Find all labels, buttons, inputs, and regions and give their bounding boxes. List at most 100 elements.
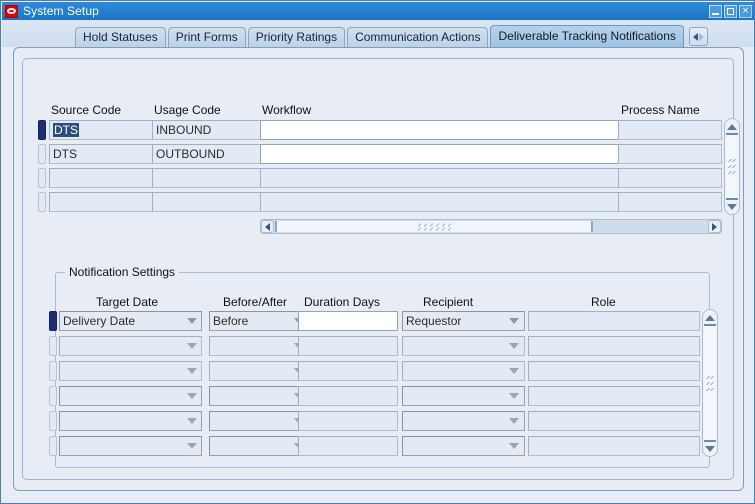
main-grid-horizontal-scrollbar[interactable]: [260, 219, 722, 234]
field-role[interactable]: [528, 361, 700, 381]
triangle-up-icon: [727, 123, 737, 130]
field-target-date[interactable]: [59, 361, 202, 381]
scroll-up-button[interactable]: [725, 120, 739, 133]
chevron-down-icon[interactable]: [509, 393, 519, 399]
field-process-name[interactable]: [618, 144, 722, 164]
field-source-code[interactable]: [49, 192, 158, 212]
triangle-right-icon: [712, 222, 717, 231]
chevron-down-icon[interactable]: [509, 318, 519, 324]
tab-list: Hold Statuses Print Forms Priority Ratin…: [75, 25, 708, 47]
notification-row-selector[interactable]: [49, 436, 57, 456]
table-row-selector[interactable]: [38, 192, 46, 212]
chevron-down-icon[interactable]: [187, 368, 197, 374]
notification-grid-vertical-scrollbar[interactable]: [702, 309, 718, 457]
chevron-down-icon[interactable]: [187, 418, 197, 424]
field-process-name[interactable]: [618, 192, 722, 212]
tab-deliverable-tracking-notifications[interactable]: Deliverable Tracking Notifications: [490, 25, 684, 47]
grip-icon: [417, 222, 451, 231]
field-target-date[interactable]: [59, 411, 202, 431]
main-grid-vertical-scrollbar[interactable]: [724, 118, 740, 215]
tab-scroll-button[interactable]: [688, 27, 708, 46]
field-role[interactable]: [528, 411, 700, 431]
notification-row-selector[interactable]: [49, 411, 57, 431]
field-source-code[interactable]: DTS: [49, 144, 158, 164]
field-role[interactable]: [528, 336, 700, 356]
table-row-selector[interactable]: [38, 168, 46, 188]
table-row-selector[interactable]: [38, 120, 46, 140]
chevron-down-icon[interactable]: [509, 368, 519, 374]
field-source-code[interactable]: [49, 168, 158, 188]
tab-hold-statuses[interactable]: Hold Statuses: [75, 27, 166, 47]
chevron-down-icon[interactable]: [509, 418, 519, 424]
notification-row-selector[interactable]: [49, 386, 57, 406]
scroll-right-button[interactable]: [708, 220, 721, 233]
field-duration-days[interactable]: [298, 411, 398, 431]
field-source-code[interactable]: DTS: [49, 120, 158, 140]
header-recipient: Recipient: [423, 295, 474, 309]
header-process-name: Process Name: [621, 103, 700, 117]
scroll-down-button[interactable]: [703, 442, 717, 455]
field-duration-days[interactable]: [298, 436, 398, 456]
chevron-down-icon[interactable]: [187, 443, 197, 449]
field-recipient[interactable]: [402, 386, 525, 406]
field-target-date[interactable]: [59, 386, 202, 406]
notification-row-selector[interactable]: [49, 311, 57, 331]
scroll-down-button[interactable]: [725, 200, 739, 213]
notification-row-selector[interactable]: [49, 336, 57, 356]
field-usage-code[interactable]: [152, 192, 262, 212]
chevron-down-icon[interactable]: [509, 443, 519, 449]
chevron-down-icon[interactable]: [187, 393, 197, 399]
field-role[interactable]: [528, 311, 700, 331]
field-source-code-value: DTS: [53, 123, 79, 137]
field-workflow[interactable]: [260, 168, 619, 188]
triangle-up-icon: [705, 314, 715, 321]
field-recipient[interactable]: [402, 336, 525, 356]
grip-icon: [728, 159, 736, 174]
field-recipient[interactable]: Requestor: [402, 311, 525, 331]
tab-communication-actions[interactable]: Communication Actions: [347, 27, 489, 47]
chevron-down-icon[interactable]: [187, 318, 197, 324]
scroll-left-button[interactable]: [261, 220, 274, 233]
grip-icon: [706, 375, 714, 391]
tab-content-panel: Source Code Usage Code Workflow Process …: [13, 47, 744, 491]
field-process-name[interactable]: [618, 120, 722, 140]
tab-print-forms[interactable]: Print Forms: [167, 27, 246, 47]
scroll-up-button[interactable]: [703, 311, 717, 324]
field-workflow[interactable]: [260, 192, 619, 212]
tab-priority-ratings[interactable]: Priority Ratings: [247, 27, 346, 47]
scrollbar-thumb[interactable]: [726, 133, 738, 200]
field-usage-code[interactable]: OUTBOUND: [152, 144, 262, 164]
triangle-down-icon: [727, 203, 737, 210]
scrollbar-thumb[interactable]: [275, 221, 593, 232]
field-duration-days[interactable]: [298, 311, 398, 331]
field-workflow[interactable]: [260, 144, 619, 164]
header-before-after: Before/After: [223, 295, 288, 309]
close-button[interactable]: ×: [739, 4, 752, 18]
window-title: System Setup: [23, 4, 99, 18]
field-role[interactable]: [528, 386, 700, 406]
chevron-down-icon[interactable]: [509, 343, 519, 349]
window-titlebar: System Setup ×: [2, 2, 754, 20]
field-role[interactable]: [528, 436, 700, 456]
field-recipient[interactable]: [402, 361, 525, 381]
header-duration-days: Duration Days: [304, 295, 381, 309]
notification-row-selector[interactable]: [49, 361, 57, 381]
field-duration-days[interactable]: [298, 386, 398, 406]
field-recipient[interactable]: [402, 411, 525, 431]
field-target-date[interactable]: [59, 436, 202, 456]
field-target-date[interactable]: [59, 336, 202, 356]
table-row-selector[interactable]: [38, 144, 46, 164]
field-duration-days[interactable]: [298, 336, 398, 356]
field-duration-days[interactable]: [298, 361, 398, 381]
field-target-date[interactable]: Delivery Date: [59, 311, 202, 331]
field-process-name[interactable]: [618, 168, 722, 188]
triangle-left-icon: [265, 222, 270, 231]
field-workflow[interactable]: [260, 120, 619, 140]
chevron-down-icon[interactable]: [187, 343, 197, 349]
scrollbar-thumb[interactable]: [704, 324, 716, 442]
field-usage-code[interactable]: INBOUND: [152, 120, 262, 140]
minimize-button[interactable]: [709, 4, 722, 18]
field-recipient[interactable]: [402, 436, 525, 456]
maximize-button[interactable]: [724, 4, 737, 18]
field-usage-code[interactable]: [152, 168, 262, 188]
